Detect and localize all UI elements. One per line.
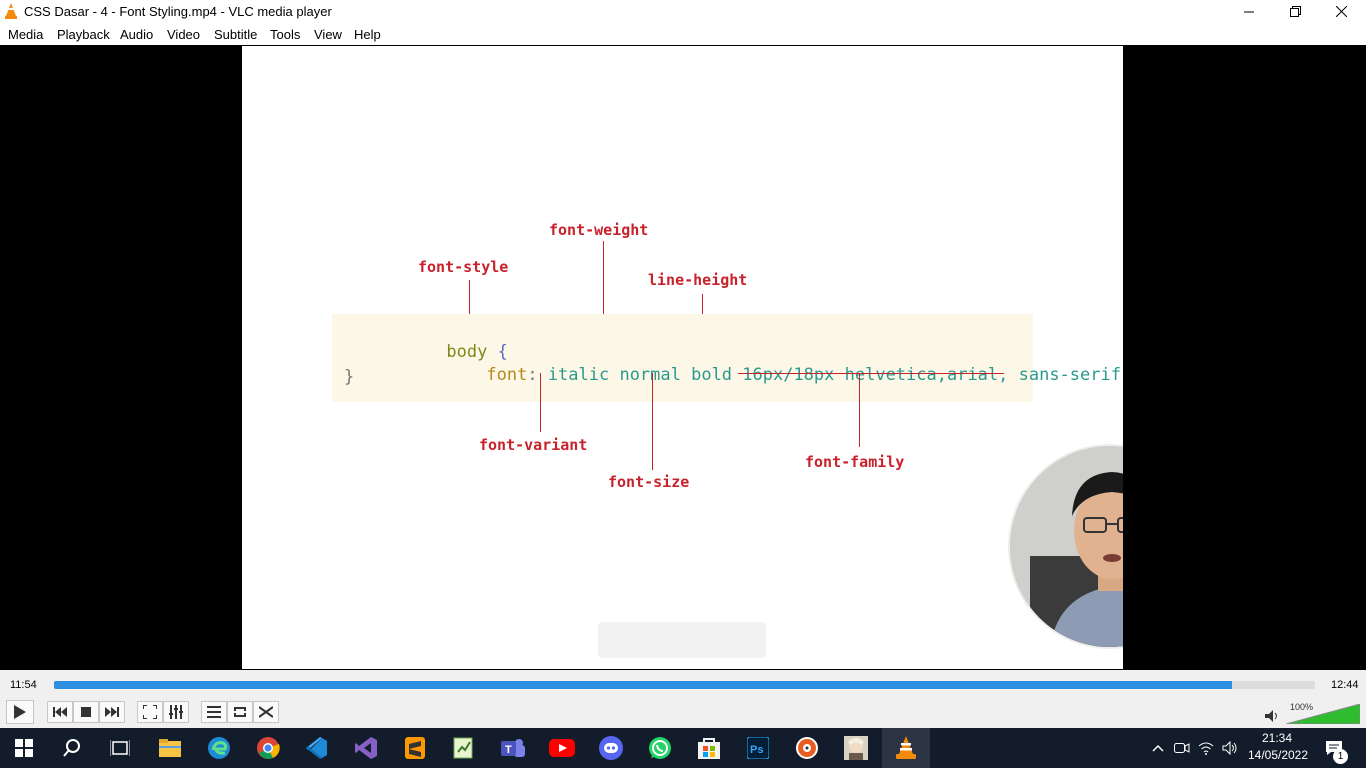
whatsapp-icon[interactable] [646, 734, 674, 762]
clock-time[interactable]: 21:34 [1248, 731, 1306, 745]
chrome-icon[interactable] [254, 734, 282, 762]
close-button[interactable] [1318, 0, 1364, 23]
vlc-window: CSS Dasar - 4 - Font Styling.mp4 - VLC m… [0, 0, 1366, 768]
photoshop-icon[interactable]: Ps [744, 734, 772, 762]
vlc-cone-icon [5, 3, 17, 19]
seek-slider[interactable] [54, 681, 1315, 689]
youtube-icon[interactable] [548, 734, 576, 762]
equalizer-icon [169, 705, 183, 719]
edge-icon[interactable] [205, 734, 233, 762]
menu-tools[interactable]: Tools [270, 27, 300, 42]
vscode-icon[interactable] [303, 734, 331, 762]
svg-text:Ps: Ps [750, 744, 763, 756]
previous-button[interactable] [47, 701, 73, 723]
meet-now-icon[interactable] [1170, 734, 1194, 762]
video-area[interactable]: font-weight font-style line-height body … [0, 45, 1366, 670]
extended-settings-button[interactable] [163, 701, 189, 723]
network-icon[interactable] [1194, 734, 1218, 762]
title-bar: CSS Dasar - 4 - Font Styling.mp4 - VLC m… [0, 0, 1366, 23]
volume-slider[interactable] [1286, 704, 1360, 724]
volume-tray-icon[interactable] [1218, 734, 1242, 762]
menu-bar: Media Playback Audio Video Subtitle Tool… [0, 23, 1366, 45]
seek-progress [54, 681, 1232, 689]
sublime-text-icon[interactable] [401, 734, 429, 762]
fullscreen-button[interactable] [137, 701, 163, 723]
teams-icon[interactable]: T [499, 734, 527, 762]
minimize-button[interactable] [1226, 0, 1272, 23]
video-overlay-controls [598, 622, 766, 658]
menu-help[interactable]: Help [354, 27, 381, 42]
search-icon[interactable] [58, 734, 86, 762]
playlist-icon [207, 706, 221, 718]
elapsed-time: 11:54 [10, 679, 37, 691]
loop-icon [234, 707, 246, 717]
menu-subtitle[interactable]: Subtitle [214, 27, 257, 42]
close-icon [1335, 6, 1347, 17]
guide-line [652, 373, 653, 470]
loop-button[interactable] [227, 701, 253, 723]
next-button[interactable] [99, 701, 125, 723]
guide-line [859, 373, 860, 447]
windows-taskbar: T Ps 21:34 14/05/2022 1 [0, 728, 1366, 768]
label-font-weight: font-weight [549, 221, 649, 239]
shuffle-icon [259, 706, 273, 718]
control-bar: 100% [0, 700, 1366, 728]
play-button[interactable] [6, 700, 34, 724]
guide-line [738, 373, 1004, 374]
code-colon: : [527, 365, 538, 385]
shuffle-button[interactable] [253, 701, 279, 723]
microsoft-store-icon[interactable] [695, 734, 723, 762]
start-icon[interactable] [10, 734, 38, 762]
previous-icon [53, 707, 67, 717]
fullscreen-icon [143, 705, 157, 719]
guide-line [540, 373, 541, 432]
code-semicolon: ; [1121, 365, 1123, 385]
game-icon[interactable] [842, 734, 870, 762]
presenter-image [1010, 446, 1123, 647]
next-icon [105, 707, 119, 717]
menu-audio[interactable]: Audio [120, 27, 153, 42]
code-close-brace: } [344, 367, 355, 387]
code-value: italic normal bold 16px/18px helvetica,a… [547, 365, 1121, 385]
notification-count-badge: 1 [1333, 749, 1348, 764]
label-font-family: font-family [805, 453, 905, 471]
discord-icon[interactable] [597, 734, 625, 762]
label-line-height: line-height [648, 271, 748, 289]
video-frame: font-weight font-style line-height body … [242, 46, 1123, 669]
label-font-variant: font-variant [479, 436, 588, 454]
file-explorer-icon[interactable] [156, 734, 184, 762]
play-icon [14, 705, 26, 719]
minimize-icon [1244, 11, 1254, 12]
window-title: CSS Dasar - 4 - Font Styling.mp4 - VLC m… [24, 4, 332, 19]
code-block: body { font: italic normal bold 16px/18p… [332, 314, 1123, 402]
speaker-icon[interactable] [1265, 710, 1279, 722]
playlist-button[interactable] [201, 701, 227, 723]
vlc-icon[interactable] [892, 734, 920, 762]
task-view-icon[interactable] [106, 734, 134, 762]
label-font-style: font-style [418, 258, 509, 276]
stop-button[interactable] [73, 701, 99, 723]
total-time: 12:44 [1331, 679, 1359, 691]
notepad-plus-icon[interactable] [450, 734, 478, 762]
restore-icon [1289, 6, 1301, 17]
seek-bar-area: 11:54 12:44 [0, 670, 1366, 700]
label-font-size: font-size [608, 473, 690, 491]
restore-button[interactable] [1272, 0, 1318, 23]
svg-text:T: T [505, 744, 512, 756]
show-hidden-icons-chevron-icon[interactable] [1146, 734, 1170, 762]
menu-video[interactable]: Video [167, 27, 200, 42]
menu-view[interactable]: View [314, 27, 342, 42]
presenter-webcam [1008, 444, 1123, 649]
media-player-icon[interactable] [793, 734, 821, 762]
stop-icon [81, 707, 91, 717]
code-property: font [486, 365, 528, 385]
clock-date[interactable]: 14/05/2022 [1244, 748, 1312, 762]
visual-studio-icon[interactable] [352, 734, 380, 762]
menu-media[interactable]: Media [8, 27, 43, 42]
menu-playback[interactable]: Playback [57, 27, 110, 42]
